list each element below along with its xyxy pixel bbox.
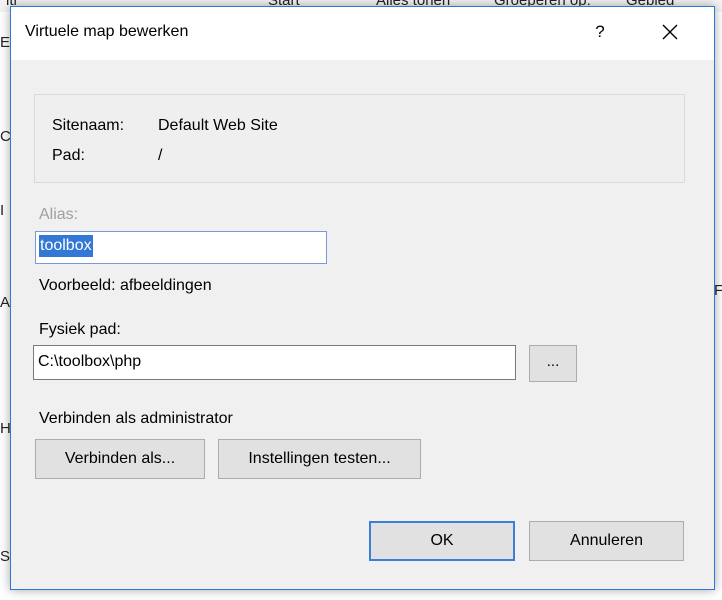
alias-example: Voorbeeld: afbeeldingen	[39, 277, 212, 294]
dialog-title: Virtuele map bewerken	[25, 23, 189, 40]
connect-as-label: Verbinden als administrator	[39, 410, 233, 427]
connect-as-button[interactable]: Verbinden als...	[35, 439, 205, 479]
site-name-label: Sitenaam:	[52, 117, 125, 134]
background-text: S	[0, 548, 11, 565]
background-text: A	[0, 294, 11, 311]
close-button[interactable]	[647, 15, 693, 49]
ok-button[interactable]: OK	[369, 521, 515, 561]
physical-path-input[interactable]: C:\toolbox\php	[33, 345, 516, 380]
edit-virtual-directory-dialog: Virtuele map bewerken ? Sitenaam: Defaul…	[10, 6, 715, 590]
close-icon	[662, 24, 678, 40]
cancel-button[interactable]: Annuleren	[529, 521, 684, 561]
alias-label: Alias:	[39, 206, 79, 223]
physical-path-label: Fysiek pad:	[39, 321, 121, 338]
background-text: F	[714, 282, 722, 299]
alias-input[interactable]: toolbox	[35, 231, 327, 264]
alias-selected-text: toolbox	[39, 235, 93, 257]
path-value: /	[158, 147, 163, 164]
path-label: Pad:	[52, 147, 85, 164]
background-left-column: E Co I A H S	[0, 12, 19, 600]
browse-button[interactable]: ...	[529, 345, 577, 382]
background-text: E	[0, 34, 11, 51]
background-text: I	[0, 202, 5, 219]
help-button[interactable]: ?	[585, 15, 615, 49]
dialog-titlebar: Virtuele map bewerken ?	[11, 7, 714, 60]
site-info-box: Sitenaam: Default Web Site Pad: /	[34, 94, 685, 183]
test-settings-button[interactable]: Instellingen testen...	[218, 439, 421, 479]
site-name-value: Default Web Site	[158, 117, 278, 134]
